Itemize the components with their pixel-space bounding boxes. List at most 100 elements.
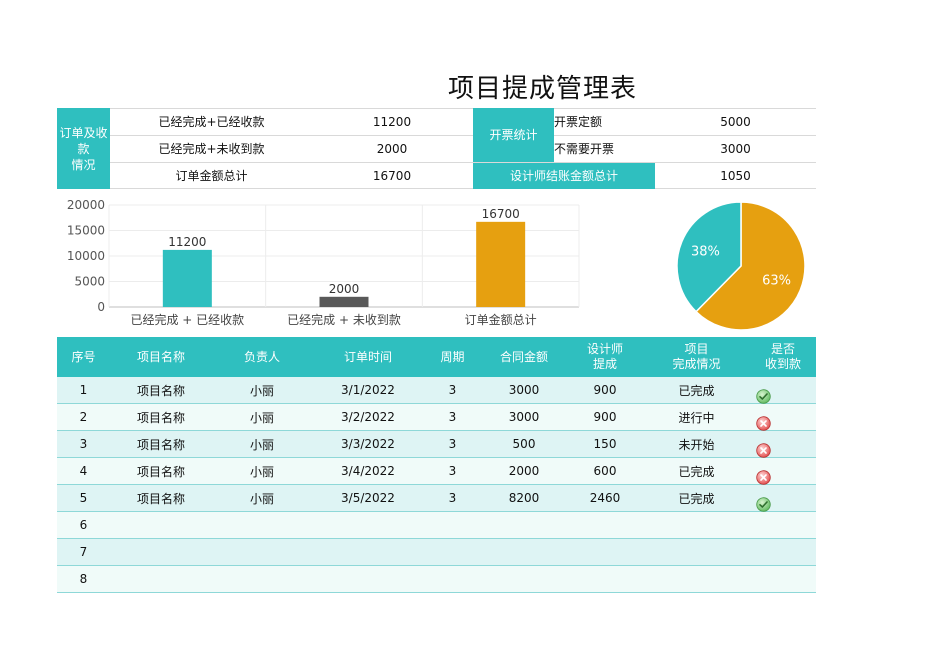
bar-data-label: 11200 [168,235,206,249]
cell-amount: 8200 [508,491,540,505]
cell-date: 3/4/2022 [341,464,395,478]
paid-cell [750,539,816,565]
cell-owner: 小丽 [249,383,274,398]
x-tick-label: 订单金额总计 [465,312,537,327]
cross-icon [755,442,771,458]
order-value-completed-paid: 11200 [372,114,412,129]
pie-data-label: 63% [762,274,791,289]
cell-name: 项目名称 [136,464,185,479]
cell-no: 8 [79,572,88,586]
invoice-value-quota: 5000 [720,114,751,129]
invoice-label-not-needed: 不需要开票 [554,141,615,156]
cell-date [312,566,424,592]
cell-owner [212,539,312,565]
order-label-completed-paid: 已经完成+已经收款 [158,114,265,129]
cell-name [110,566,212,592]
check-icon [755,388,771,404]
cell-commission: 900 [593,410,617,424]
cell-no: 2 [79,410,88,424]
cell-status [643,539,750,565]
cell-commission [567,566,643,592]
designer-total-label: 设计师结账金额总计 [473,163,655,189]
header-amount: 合同金额 [499,349,548,364]
order-value-total: 16700 [372,168,412,183]
cell-period: 3 [448,464,457,478]
table-row: 1 项目名称 小丽 3/1/2022 3 3000 900 已完成 [57,377,816,404]
y-tick-label: 20000 [67,198,105,212]
cell-name: 项目名称 [136,383,185,398]
cell-no: 4 [79,464,88,478]
paid-cell [750,377,816,404]
header-name: 项目名称 [136,349,185,364]
header-commission: 设计师 提成 [586,342,623,371]
cell-status: 进行中 [678,410,715,425]
paid-cell [750,458,816,485]
cell-name: 项目名称 [136,437,185,452]
page-title: 项目提成管理表 [448,74,638,104]
cell-date: 3/2/2022 [341,410,395,424]
project-table: 序号 项目名称 负责人 订单时间 周期 合同金额 设计师 提成 项目 完成情况 是否 收到款 1… [57,337,816,593]
cell-owner: 小丽 [249,464,274,479]
cell-amount [481,539,567,565]
cell-no: 1 [79,383,88,397]
header-paid: 是否 收到款 [764,342,801,371]
cross-icon [755,415,771,431]
check-icon [755,496,771,512]
cell-date: 3/3/2022 [341,437,395,451]
cell-period [424,566,481,592]
summary-block: 订单及收 款 情况 已经完成+已经收款 11200 已经完成+未收到款 2000… [57,108,816,189]
header-status: 项目 完成情况 [672,342,721,371]
cell-commission [567,512,643,538]
order-label-completed-unpaid: 已经完成+未收到款 [158,141,265,156]
paid-cell [750,566,816,592]
cell-no: 6 [79,518,88,532]
bar-chart: 0 5000 10000 15000 20000 11200 已经完成 + 已经收款 2000… [67,198,580,327]
cell-status: 已完成 [678,383,715,398]
paid-cell [750,512,816,538]
cell-owner: 小丽 [249,491,274,506]
cell-commission: 600 [593,464,617,478]
cell-amount: 2000 [508,464,540,478]
cell-status [643,512,750,538]
cell-name: 项目名称 [136,491,185,506]
cell-amount [481,566,567,592]
bar [162,249,212,307]
y-tick-label: 0 [97,300,105,314]
invoice-label-quota: 开票定额 [554,114,603,129]
cell-status: 已完成 [678,464,715,479]
cell-no: 3 [79,437,88,451]
cell-date: 3/1/2022 [341,383,395,397]
cell-amount: 3000 [508,383,540,397]
cell-period: 3 [448,491,457,505]
paid-cell [750,404,816,431]
cell-name [110,539,212,565]
cell-owner: 小丽 [249,437,274,452]
table-row: 6 [57,512,816,539]
cross-icon [755,469,771,485]
cell-period: 3 [448,437,457,451]
table-row: 8 [57,566,816,593]
cell-date [312,512,424,538]
invoice-group-label: 开票统计 [473,108,554,162]
cell-owner [212,566,312,592]
cell-commission: 900 [593,383,617,397]
table-row: 3 项目名称 小丽 3/3/2022 3 500 150 未开始 [57,431,816,458]
cell-amount [481,512,567,538]
cell-commission: 2460 [589,491,621,505]
cell-status [643,566,750,592]
table-row: 5 项目名称 小丽 3/5/2022 3 8200 2460 已完成 [57,485,816,512]
header-owner: 负责人 [243,349,280,364]
paid-cell [750,485,816,512]
table-row: 4 项目名称 小丽 3/4/2022 3 2000 600 已完成 [57,458,816,485]
y-tick-label: 5000 [74,275,105,289]
cell-status: 已完成 [678,491,715,506]
bar [476,221,526,307]
cell-period [424,512,481,538]
pie-data-label: 38% [691,244,720,259]
cell-name: 项目名称 [136,410,185,425]
x-tick-label: 已经完成 + 未收到款 [287,312,401,327]
cell-date [312,539,424,565]
cell-date: 3/5/2022 [341,491,395,505]
table-row: 2 项目名称 小丽 3/2/2022 3 3000 900 进行中 [57,404,816,431]
order-group-label: 订单及收 款 情况 [57,108,110,189]
